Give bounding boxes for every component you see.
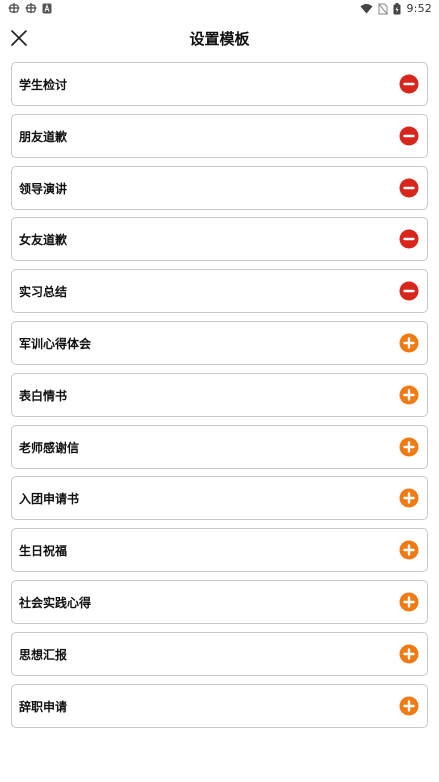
bug-icon — [25, 2, 37, 14]
header: 设置模板 — [0, 22, 439, 56]
template-item-label: 领导演讲 — [19, 181, 68, 196]
add-template-button[interactable] — [399, 488, 419, 508]
template-item[interactable]: 军训心得体会 — [11, 320, 428, 365]
template-item-label: 实习总结 — [19, 285, 68, 300]
minus-circle-icon — [399, 126, 419, 146]
template-list: 学生检讨朋友道歉领导演讲女友道歉实习总结军训心得体会 表白情书老师感谢信入团申请书… — [11, 62, 428, 735]
remove-template-button[interactable] — [399, 126, 419, 146]
template-item-label: 女友道歉 — [19, 233, 68, 248]
add-template-button[interactable] — [399, 385, 419, 405]
notification-a-icon — [42, 3, 52, 14]
template-item-label: 社会实践心得 — [19, 595, 92, 610]
template-item[interactable]: 思想汇报 — [11, 631, 428, 676]
add-template-button[interactable] — [399, 540, 419, 560]
remove-template-button[interactable] — [399, 281, 419, 301]
template-item[interactable]: 生日祝福 — [11, 528, 428, 573]
template-item-label: 军训心得体会 — [19, 336, 92, 351]
plus-circle-icon — [399, 488, 419, 508]
template-item[interactable]: 表白情书 — [11, 372, 428, 417]
wifi-icon — [360, 3, 373, 14]
template-item[interactable]: 入团申请书 — [11, 476, 428, 521]
plus-circle-icon — [399, 333, 419, 353]
no-sim-icon — [378, 2, 389, 15]
template-item[interactable]: 社会实践心得 — [11, 579, 428, 624]
status-right-icons: 9:52 — [360, 2, 432, 15]
plus-circle-icon — [399, 644, 419, 664]
template-item[interactable]: 朋友道歉 — [11, 113, 428, 158]
add-template-button[interactable] — [399, 333, 419, 353]
status-time: 9:52 — [406, 2, 432, 15]
plus-circle-icon — [399, 385, 419, 405]
plus-circle-icon — [399, 592, 419, 612]
status-bar: 9:52 — [0, 0, 439, 18]
template-item-label: 生日祝福 — [19, 544, 68, 559]
plus-circle-icon — [399, 437, 419, 457]
plus-circle-icon — [399, 696, 419, 716]
add-template-button[interactable] — [399, 592, 419, 612]
template-item[interactable]: 女友道歉 — [11, 217, 428, 262]
page-title: 设置模板 — [189, 30, 250, 48]
status-left-icons — [8, 2, 52, 14]
bug-icon — [8, 2, 20, 14]
add-template-button[interactable] — [399, 696, 419, 716]
template-item[interactable]: 学生检讨 — [11, 62, 428, 106]
template-item[interactable]: 实习总结 — [11, 269, 428, 314]
template-item-label: 思想汇报 — [19, 647, 68, 662]
template-item[interactable]: 老师感谢信 — [11, 424, 428, 469]
template-item-label: 辞职申请 — [19, 699, 68, 714]
template-item-label: 学生检讨 — [19, 78, 68, 92]
template-item[interactable]: 辞职申请 — [11, 683, 428, 728]
template-item-label: 老师感谢信 — [19, 440, 80, 455]
template-item-label: 入团申请书 — [19, 492, 80, 507]
add-template-button[interactable] — [399, 437, 419, 457]
minus-circle-icon — [399, 74, 419, 94]
minus-circle-icon — [399, 178, 419, 198]
minus-circle-icon — [399, 281, 419, 301]
template-item-label: 朋友道歉 — [19, 129, 68, 144]
remove-template-button[interactable] — [399, 178, 419, 198]
minus-circle-icon — [399, 229, 419, 249]
template-item-label: 表白情书 — [19, 388, 68, 403]
template-item[interactable]: 领导演讲 — [11, 165, 428, 210]
remove-template-button[interactable] — [399, 229, 419, 249]
add-template-button[interactable] — [399, 644, 419, 664]
battery-icon — [393, 2, 401, 15]
plus-circle-icon — [399, 540, 419, 560]
remove-template-button[interactable] — [399, 74, 419, 94]
